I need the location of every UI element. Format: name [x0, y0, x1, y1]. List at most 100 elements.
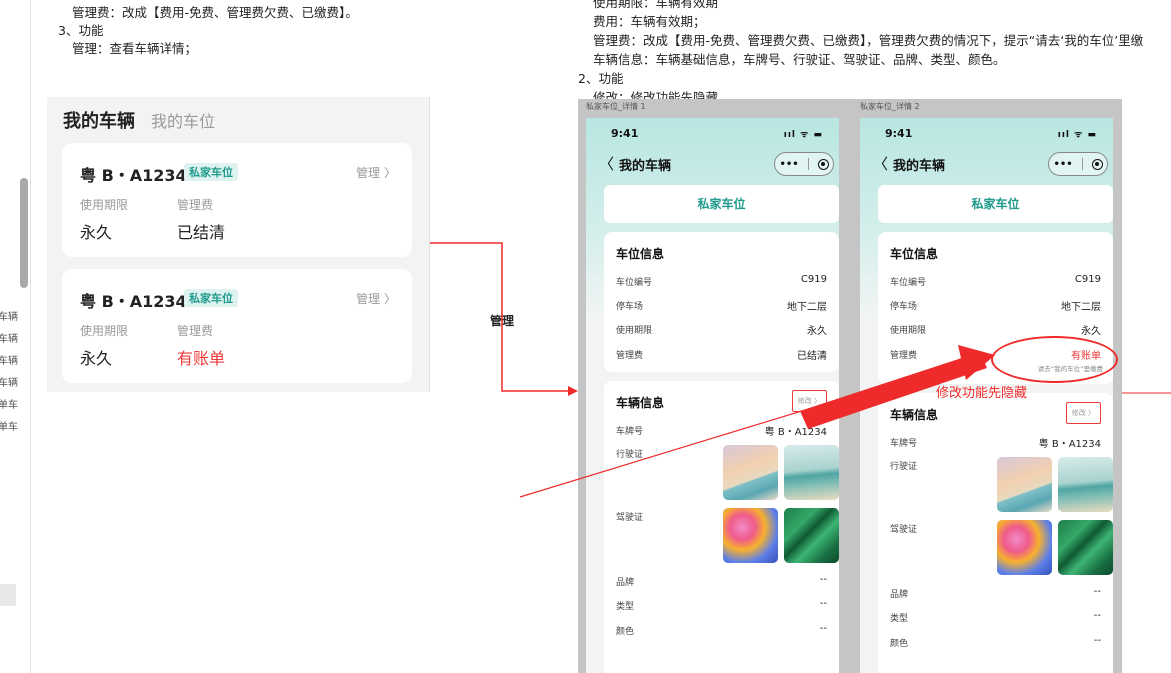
manage-connector-arrowhead [568, 386, 578, 396]
plate-value: 粤 B・A1234 [1038, 439, 1101, 450]
capsule-divider [1081, 158, 1083, 170]
status-time: 9:41 [885, 127, 913, 140]
status-icons: ııl ᯤ ▬ [1057, 130, 1097, 140]
brand-value: -- [819, 574, 827, 585]
license-photo-front[interactable] [723, 445, 778, 500]
sidebar-item[interactable]: 车辆 [0, 373, 22, 395]
my-vehicles-panel: 我的车辆 我的车位 粤 B・A1234 私家车位 管理 〉 使用期限 管理费 永… [47, 97, 430, 392]
plate-number: 粤 B・A1234 [80, 292, 187, 311]
type-value: -- [819, 598, 827, 609]
annotation-note: 修改功能先隐藏 [936, 386, 1028, 401]
spot-info-section: 车位信息 车位编号 C919 停车场 地下二层 使用期限 永久 管理费 已结清 [604, 232, 839, 372]
panel-tabs: 我的车辆 我的车位 [63, 107, 215, 133]
connector-label: 管理 [490, 314, 515, 328]
tab-my-vehicles[interactable]: 我的车辆 [63, 107, 135, 133]
driver-license-label: 驾驶证 [890, 525, 918, 535]
spot-info-title: 车位信息 [890, 247, 939, 261]
color-label: 颜色 [890, 639, 909, 649]
sidebar-item[interactable]: 单车 [0, 395, 22, 417]
spot-number-label: 车位编号 [890, 278, 927, 288]
period-value: 永久 [1081, 326, 1101, 337]
driver-photo-front[interactable] [723, 508, 778, 563]
sidebar-item[interactable]: 车辆 [0, 351, 22, 373]
fee-label: 管理费 [616, 351, 644, 361]
type-value: -- [1093, 610, 1101, 621]
license-photo-back[interactable] [1058, 457, 1113, 512]
edit-button[interactable]: 修改 〉 [791, 390, 827, 412]
doc-text-fee: 管理费：改成【费用-免费、管理费欠费、已缴费】。 [72, 5, 358, 20]
doc-text-expense: 费用：车辆有效期； [593, 14, 706, 29]
vehicle-card[interactable]: 粤 B・A1234 私家车位 管理 〉 使用期限 管理费 永久 已结清 [62, 143, 412, 257]
license-label: 行驶证 [890, 462, 918, 472]
doc-text-fee-rule: 管理费：改成【费用-免费、管理费欠费、已缴费】，管理费欠费的情况下，提示“请去‘… [593, 33, 1144, 48]
plate-label: 车牌号 [890, 439, 918, 449]
vehicle-info-section: 车辆信息 修改 〉 车牌号 粤 B・A1234 行驶证 驾驶证 品牌 -- 类型… [604, 381, 839, 673]
fee-label: 管理费 [890, 351, 918, 361]
color-value: -- [819, 623, 827, 634]
sidebar-selected-row[interactable] [0, 584, 16, 606]
driver-license-label: 驾驶证 [616, 513, 644, 523]
parking-lot-value: 地下二层 [1061, 302, 1101, 313]
brand-value: -- [1093, 586, 1101, 597]
license-label: 行驶证 [616, 450, 644, 460]
doc-text-manage: 管理：查看车辆详情； [72, 41, 198, 56]
plate-number: 粤 B・A1234 [80, 166, 187, 185]
phone-screen-detail-1: 9:41 ııl ᯤ ▬ 〈 我的车辆 ••• 私家车位 车位信息 车位编号 C… [586, 118, 839, 673]
capsule-divider [807, 158, 809, 170]
spot-number-label: 车位编号 [616, 278, 653, 288]
sidebar-item[interactable]: 车辆 [0, 329, 22, 351]
parking-lot-label: 停车场 [890, 302, 918, 312]
plate-label: 车牌号 [616, 427, 644, 437]
edit-button[interactable]: 修改 〉 [1065, 402, 1101, 424]
status-icons: ııl ᯤ ▬ [783, 130, 823, 140]
license-photo-back[interactable] [784, 445, 839, 500]
parking-lot-label: 停车场 [616, 302, 644, 312]
vehicle-card[interactable]: 粤 B・A1234 私家车位 管理 〉 使用期限 管理费 永久 有账单 [62, 269, 412, 383]
sidebar-item[interactable]: 单车 [0, 417, 22, 439]
fee-value: 已结清 [797, 351, 827, 362]
driver-photo-front[interactable] [997, 520, 1052, 575]
period-value: 永久 [80, 223, 113, 242]
manage-link[interactable]: 管理 〉 [356, 290, 396, 307]
back-chevron-icon[interactable]: 〈 [873, 153, 888, 174]
miniprogram-capsule: ••• [774, 152, 834, 176]
close-circle-icon[interactable] [817, 158, 829, 170]
tab-my-spots[interactable]: 我的车位 [151, 108, 215, 132]
driver-photo-back[interactable] [784, 508, 839, 563]
brand-label: 品牌 [890, 590, 909, 600]
left-sidebar-strip: 车辆 车辆 车辆 车辆 单车 单车 [0, 0, 31, 673]
back-chevron-icon[interactable]: 〈 [599, 153, 614, 174]
sidebar-scrollbar[interactable] [20, 178, 28, 288]
fee-value-unpaid: 有账单 [177, 349, 226, 368]
artboard-name: 私家车位_详情 2 [860, 102, 920, 111]
nav-title: 我的车辆 [619, 159, 672, 174]
tab-private-spot[interactable]: 私家车位 [604, 185, 839, 223]
license-photo-front[interactable] [997, 457, 1052, 512]
period-label: 使用期限 [890, 326, 927, 336]
more-icon[interactable]: ••• [1053, 159, 1072, 170]
driver-photo-back[interactable] [1058, 520, 1113, 575]
sidebar-item-list: 车辆 车辆 车辆 车辆 单车 单车 [0, 307, 22, 439]
period-label: 使用期限 [80, 198, 129, 212]
manage-link[interactable]: 管理 〉 [356, 164, 396, 181]
sidebar-item[interactable]: 车辆 [0, 307, 22, 329]
doc-text-vehicle-info: 车辆信息：车辆基础信息，车牌号、行驶证、驾驶证、品牌、类型、颜色。 [593, 52, 1006, 67]
doc-text-period: 使用期限：车辆有效期 [593, 0, 719, 10]
parking-lot-value: 地下二层 [787, 302, 827, 313]
vehicle-info-section: 车辆信息 修改 〉 车牌号 粤 B・A1234 行驶证 驾驶证 品牌 -- 类型… [878, 393, 1113, 673]
vehicle-info-title: 车辆信息 [890, 408, 939, 422]
period-value: 永久 [80, 349, 113, 368]
type-label: 类型 [890, 614, 909, 624]
spot-number-value: C919 [800, 274, 827, 285]
close-circle-icon[interactable] [1091, 158, 1103, 170]
tab-private-spot[interactable]: 私家车位 [878, 185, 1113, 223]
period-label: 使用期限 [80, 324, 129, 338]
color-label: 颜色 [616, 627, 635, 637]
status-time: 9:41 [611, 127, 639, 140]
period-value: 永久 [807, 326, 827, 337]
more-icon[interactable]: ••• [779, 159, 798, 170]
annotation-ellipse [991, 336, 1118, 383]
spot-info-title: 车位信息 [616, 247, 665, 261]
type-label: 类型 [616, 602, 635, 612]
artboard-name: 私家车位_详情 1 [586, 102, 646, 111]
